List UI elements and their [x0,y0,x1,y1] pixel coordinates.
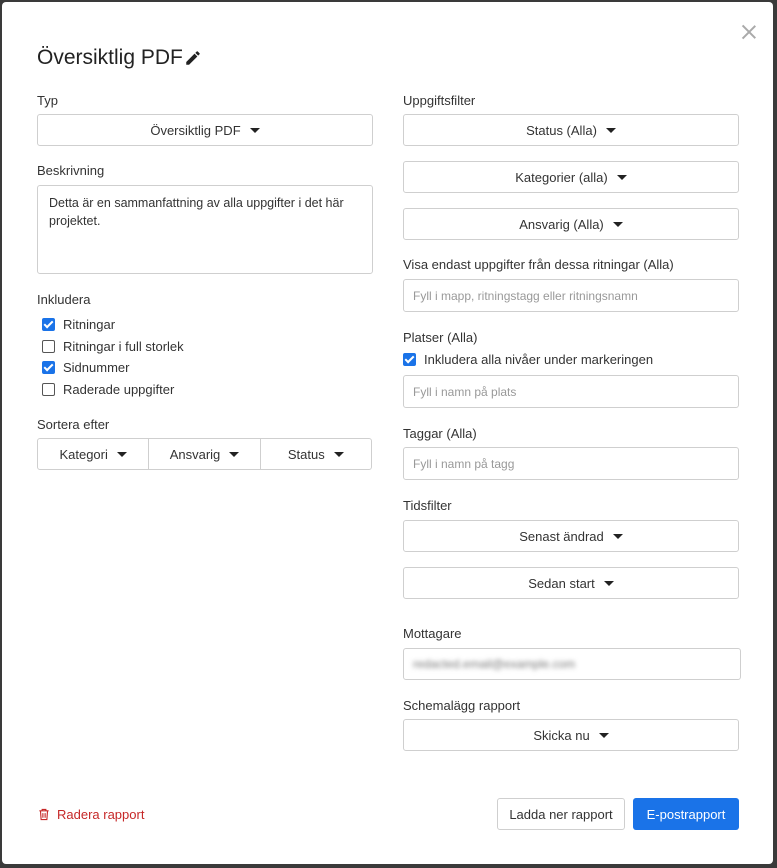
caret-down-icon [612,533,623,539]
caret-down-icon [612,221,623,227]
recipients-label: Mottagare [403,626,462,641]
sort-option-label: Ansvarig [169,446,221,462]
status-filter-dropdown[interactable]: Status (Alla) [403,114,739,146]
type-dropdown-value: Översiktlig PDF [150,122,241,138]
type-dropdown[interactable]: Översiktlig PDF [37,114,373,146]
schedule-value: Skicka nu [533,727,590,743]
checkbox[interactable] [403,353,416,366]
sort-by-assignee-button[interactable]: Ansvarig [149,439,261,469]
last-changed-dropdown[interactable]: Senast ändrad [403,520,739,552]
caret-down-icon [616,174,627,180]
caret-down-icon [116,451,127,457]
include-option-deleted-tasks[interactable]: Raderade uppgifter [42,382,174,397]
caret-down-icon [229,451,240,457]
category-filter-dropdown[interactable]: Kategorier (alla) [403,161,739,193]
caret-down-icon [598,732,609,738]
sort-button-group: Kategori Ansvarig Status [37,438,372,470]
category-filter-value: Kategorier (alla) [515,169,608,185]
email-report-button[interactable]: E-postrapport [633,798,739,830]
delete-report-button[interactable]: Radera rapport [38,807,144,822]
report-modal: Översiktlig PDF Typ Översiktlig PDF Besk… [2,2,773,864]
include-option-fullsize-drawings[interactable]: Ritningar i full storlek [42,339,184,354]
caret-down-icon [605,127,616,133]
schedule-label: Schemalägg rapport [403,698,521,713]
checkbox[interactable] [42,318,55,331]
sort-by-status-button[interactable]: Status [261,439,371,469]
sort-by-category-button[interactable]: Kategori [38,439,150,469]
type-label: Typ [37,93,58,108]
sort-option-label: Kategori [59,446,108,462]
description-textarea[interactable]: Detta är en sammanfattning av alla uppgi… [37,185,373,274]
last-changed-value: Senast ändrad [519,528,604,544]
pencil-icon[interactable] [184,49,202,67]
recipient-email: redacted.email@example.com [413,657,576,671]
status-filter-value: Status (Alla) [526,122,597,138]
delete-report-label: Radera rapport [57,807,145,822]
caret-down-icon [333,451,344,457]
include-option-label: Ritningar [63,317,116,332]
include-label: Inkludera [37,292,91,307]
locations-label: Platser (Alla) [403,330,478,345]
checkbox[interactable] [42,383,55,396]
drawings-filter-label: Visa endast uppgifter från dessa ritning… [403,257,674,272]
assignee-filter-value: Ansvarig (Alla) [519,216,604,232]
sort-label: Sortera efter [37,417,110,432]
include-option-label: Raderade uppgifter [63,382,175,397]
include-levels-option[interactable]: Inkludera alla nivåer under markeringen [403,352,653,367]
since-start-value: Sedan start [528,575,595,591]
time-filter-label: Tidsfilter [403,498,452,513]
caret-down-icon [249,127,260,133]
include-option-label: Sidnummer [63,360,130,375]
close-icon[interactable] [739,22,759,42]
checkbox[interactable] [42,361,55,374]
since-start-dropdown[interactable]: Sedan start [403,567,739,599]
schedule-dropdown[interactable]: Skicka nu [403,719,739,751]
download-report-button[interactable]: Ladda ner rapport [497,798,625,830]
trash-icon [39,808,49,821]
sort-option-label: Status [287,446,325,462]
include-option-label: Ritningar i full storlek [63,339,184,354]
drawings-filter-input[interactable]: Fyll i mapp, ritningstagg eller ritnings… [403,279,739,312]
checkbox[interactable] [42,340,55,353]
description-label: Beskrivning [37,163,105,178]
include-option-page-numbers[interactable]: Sidnummer [42,360,129,375]
assignee-filter-dropdown[interactable]: Ansvarig (Alla) [403,208,739,240]
include-levels-label: Inkludera alla nivåer under markeringen [424,352,654,367]
report-title: Översiktlig PDF [37,46,183,69]
task-filter-label: Uppgiftsfilter [403,93,476,108]
include-option-drawings[interactable]: Ritningar [42,317,115,332]
location-input[interactable]: Fyll i namn på plats [403,375,739,408]
recipients-input[interactable]: redacted.email@example.com [403,648,741,680]
tags-label: Taggar (Alla) [403,426,477,441]
tags-input[interactable]: Fyll i namn på tagg [403,447,739,480]
caret-down-icon [603,580,614,586]
